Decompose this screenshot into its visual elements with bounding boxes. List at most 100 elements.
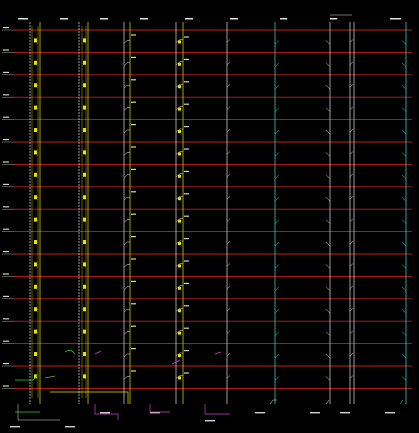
annotation-mark (10, 426, 20, 428)
branch-pipe (94, 350, 102, 355)
annotation-mark (340, 412, 350, 414)
base-pipe (399, 399, 404, 405)
annotation-mark (131, 168, 136, 170)
branch-hook (401, 241, 407, 247)
branch-hook (325, 376, 331, 381)
branch-hook (401, 309, 407, 314)
valve-symbol (34, 38, 37, 43)
annotation-mark (185, 18, 193, 20)
branch-hook (349, 375, 354, 379)
valve-symbol (178, 85, 181, 89)
valve-symbol (178, 130, 181, 133)
valve-symbol (83, 240, 86, 244)
branch-hook (325, 353, 331, 359)
level-label-mark (3, 49, 9, 51)
annotation-mark (184, 260, 189, 262)
valve-symbol (34, 329, 37, 334)
annotation-mark (131, 146, 136, 148)
valve-symbol (178, 286, 181, 290)
branch-hook (349, 151, 354, 155)
valve-symbol (83, 105, 86, 110)
annotation-mark (184, 350, 189, 352)
annotation-mark (184, 238, 189, 240)
valve-symbol (178, 107, 181, 111)
branch-hook (325, 152, 331, 157)
branch-hook (325, 62, 331, 67)
branch-hook (226, 308, 231, 312)
annotation-mark (184, 372, 189, 374)
valve-symbol (34, 195, 37, 200)
branch-hook (226, 375, 231, 379)
annotation-mark (131, 348, 136, 350)
branch-hook (123, 376, 130, 380)
annotation-mark (131, 370, 136, 372)
valve-symbol (83, 38, 86, 43)
annotation-mark (205, 420, 215, 422)
annotation-mark (184, 215, 189, 217)
branch-hook (123, 152, 130, 156)
valve-symbol (34, 105, 37, 110)
valve-symbol (178, 264, 181, 268)
branch-hook (401, 376, 407, 381)
valve-symbol (178, 62, 181, 66)
annotation-mark (184, 126, 189, 128)
valve-symbol (178, 219, 181, 223)
valve-symbol (178, 152, 181, 156)
level-label-mark (3, 94, 9, 96)
annotation-mark (131, 56, 136, 58)
branch-hook (401, 264, 407, 269)
annotation-mark (131, 101, 136, 103)
annotation-mark (131, 191, 136, 193)
valve-symbol (83, 172, 86, 177)
level-label-mark (3, 228, 9, 230)
branch-hook (325, 85, 331, 90)
valve-symbol (83, 128, 86, 132)
annotation-mark (385, 412, 395, 414)
annotation-mark (184, 58, 189, 60)
annotation-mark (131, 124, 136, 126)
base-pipe (204, 404, 230, 415)
branch-hook (274, 309, 280, 314)
riser-diagram-canvas (2, 14, 412, 428)
valve-symbol (34, 60, 37, 65)
valve-symbol (34, 240, 37, 244)
annotation-mark (60, 18, 68, 20)
branch-hook (123, 84, 130, 89)
valve-symbol (34, 284, 37, 289)
branch-hook (274, 286, 280, 291)
branch-pipe (64, 350, 76, 355)
annotation-mark (100, 412, 110, 414)
branch-hook (325, 129, 331, 135)
level-label-mark (3, 340, 9, 342)
branch-hook (401, 197, 407, 202)
branch-hook (123, 353, 130, 358)
branch-hook (401, 353, 407, 359)
branch-hook (274, 129, 280, 135)
branch-hook (401, 152, 407, 157)
level-label-mark (3, 385, 9, 387)
annotation-mark (184, 282, 189, 284)
branch-hook (349, 173, 354, 177)
branch-hook (123, 264, 130, 268)
branch-hook (325, 286, 331, 291)
valve-symbol (178, 242, 181, 245)
branch-hook (349, 196, 354, 200)
valve-symbol (83, 284, 86, 289)
drawing-annotations (3, 14, 402, 428)
valve-symbol (34, 217, 37, 222)
branch-hook (123, 129, 130, 134)
branch-hook (349, 128, 354, 133)
annotation-mark (131, 79, 136, 81)
annotation-mark (390, 18, 402, 20)
branch-hook (401, 331, 407, 336)
branch-hook (274, 62, 280, 67)
branch-hook (274, 264, 280, 269)
branch-hook (349, 263, 354, 267)
valve-symbol (83, 60, 86, 65)
branch-hook (226, 196, 231, 200)
branch-pipe (214, 351, 222, 355)
valve-symbol (83, 352, 86, 356)
branch-hook (349, 106, 354, 110)
branch-hook (349, 308, 354, 312)
branch-hook (226, 285, 231, 289)
